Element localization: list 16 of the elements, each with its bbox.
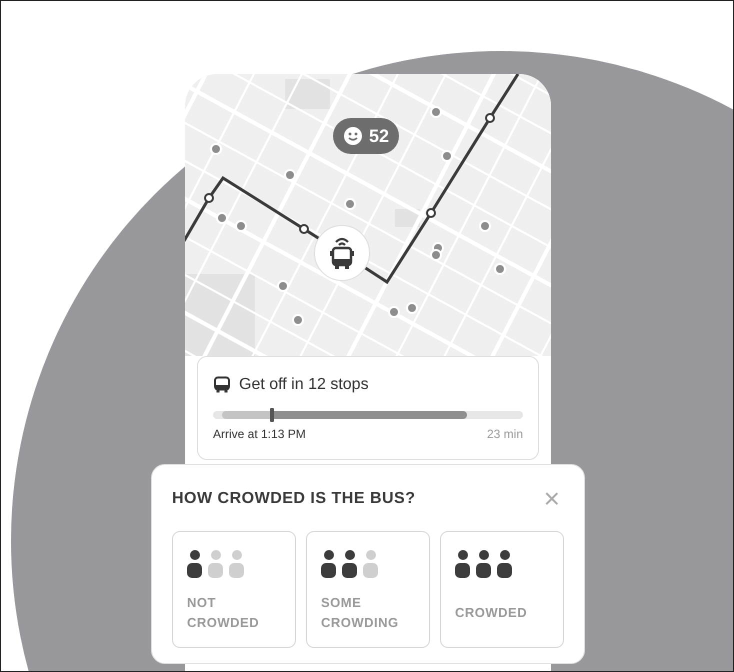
bus-icon	[213, 376, 231, 394]
bus-signal-icon	[328, 236, 356, 270]
traveled-segment	[222, 411, 272, 419]
trip-duration: 23 min	[486, 426, 523, 443]
option-label: SOME CROWDING	[321, 594, 400, 632]
trip-title: Get off in 12 stops	[239, 375, 369, 395]
option-label: NOT CROWDED	[187, 594, 260, 632]
crowd-count: 52	[369, 124, 390, 148]
survey-title: HOW CROWDED IS THE BUS?	[172, 489, 416, 509]
crowd-option[interactable]: NOT CROWDED	[172, 531, 296, 648]
option-label: CROWDED	[455, 604, 528, 622]
crowd-option[interactable]: CROWDED	[440, 531, 564, 648]
smiley-icon	[343, 126, 363, 146]
crowd-option[interactable]: SOME CROWDING	[306, 531, 430, 648]
close-button[interactable]: ×	[540, 485, 564, 513]
arrival-time: Arrive at 1:13 PM	[213, 426, 306, 443]
